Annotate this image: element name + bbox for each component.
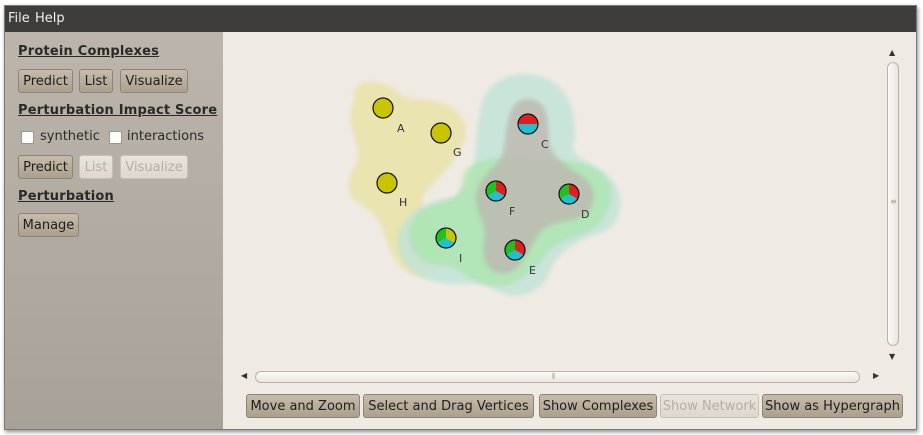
perturbation-title: Perturbation	[18, 189, 114, 204]
scroll-up-icon[interactable]: ▲	[889, 48, 895, 57]
vertex-label: A	[397, 122, 405, 135]
synthetic-checkbox[interactable]	[21, 131, 34, 144]
vertex-label: D	[581, 208, 589, 221]
complexes-predict-button[interactable]: Predict	[18, 69, 73, 93]
scroll-down-icon[interactable]: ▼	[889, 352, 895, 361]
perturbation-impact-title: Perturbation Impact Score	[18, 103, 218, 118]
complexes-visualize-button[interactable]: Visualize	[120, 69, 188, 93]
interactions-checkbox[interactable]	[109, 131, 122, 144]
app-window: File Help Protein Complexes Predict List…	[4, 5, 917, 430]
show-complexes-button[interactable]: Show Complexes	[539, 394, 657, 418]
vertex-node	[430, 122, 452, 144]
hypergraph-canvas[interactable]: A G H C F D E I	[223, 32, 883, 367]
vertex-label: G	[453, 146, 462, 159]
graph-view[interactable]: A G H C F D E I ▲ ≡ ▼ ◀ ⦀ ▶ Move and Zoom Selec…	[223, 32, 916, 429]
vertex-label: F	[509, 205, 515, 218]
vertex-node	[372, 97, 394, 119]
show-hypergraph-button[interactable]: Show as Hypergraph	[762, 394, 903, 418]
vertex-node	[376, 172, 398, 194]
horizontal-scroll-thumb[interactable]: ⦀	[255, 371, 860, 383]
vertex-label: I	[459, 252, 462, 265]
grip-icon: ≡	[890, 197, 897, 206]
grip-icon: ⦀	[552, 372, 556, 381]
vertical-scroll-thumb[interactable]: ≡	[887, 62, 899, 346]
impact-visualize-button[interactable]: Visualize	[120, 155, 188, 179]
vertex-label: H	[399, 196, 407, 209]
select-drag-vertices-button[interactable]: Select and Drag Vertices	[363, 394, 534, 418]
scroll-left-icon[interactable]: ◀	[241, 371, 247, 380]
menu-help[interactable]: Help	[35, 11, 65, 26]
menu-bar: File Help	[5, 6, 916, 32]
vertical-scrollbar[interactable]: ▲ ≡ ▼	[887, 46, 901, 366]
impact-predict-button[interactable]: Predict	[18, 155, 73, 179]
protein-complexes-title: Protein Complexes	[18, 44, 160, 59]
control-panel: Protein Complexes Predict List Visualize…	[5, 32, 223, 429]
vertex-label: E	[529, 264, 536, 277]
vertex-label: C	[541, 138, 549, 151]
menu-file[interactable]: File	[8, 11, 30, 26]
show-network-button[interactable]: Show Network	[660, 394, 759, 418]
scroll-right-icon[interactable]: ▶	[873, 371, 879, 380]
horizontal-scrollbar[interactable]: ◀ ⦀ ▶	[237, 370, 885, 384]
synthetic-label: synthetic	[40, 129, 100, 144]
complexes-list-button[interactable]: List	[79, 69, 113, 93]
interactions-label: interactions	[127, 129, 205, 144]
perturbation-manage-button[interactable]: Manage	[18, 213, 79, 237]
impact-list-button[interactable]: List	[79, 155, 113, 179]
move-zoom-button[interactable]: Move and Zoom	[246, 394, 360, 418]
